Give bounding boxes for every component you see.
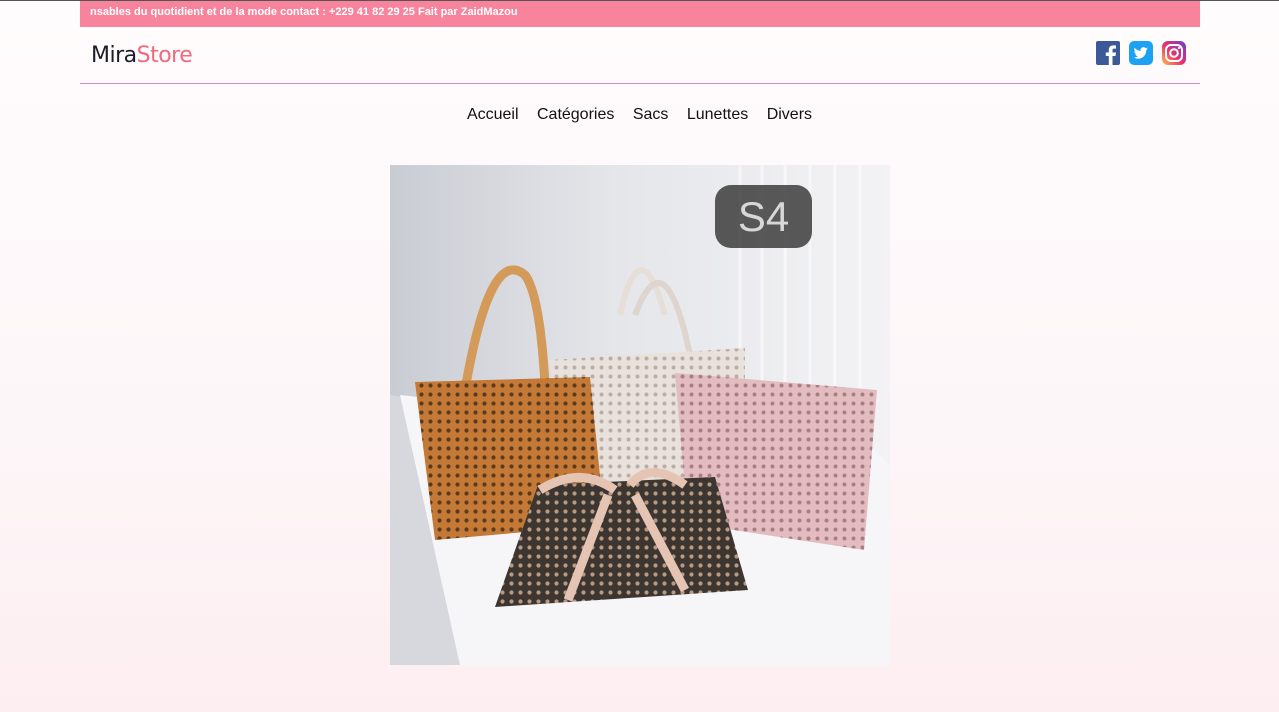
logo-part-mira: Mira: [91, 43, 137, 68]
site-header: MiraStore: [80, 27, 1200, 84]
nav-divers[interactable]: Divers: [767, 106, 812, 123]
social-links: [1096, 41, 1186, 65]
nav-sacs[interactable]: Sacs: [633, 106, 669, 123]
nav-accueil[interactable]: Accueil: [467, 106, 519, 123]
product-badge: S4: [738, 193, 789, 240]
instagram-icon[interactable]: [1162, 41, 1186, 65]
main-nav: Accueil Catégories Sacs Lunettes Divers: [0, 106, 1279, 124]
site-logo[interactable]: MiraStore: [91, 43, 193, 68]
tote-bags-photo: S4: [390, 165, 890, 665]
announcement-ticker: nsables du quotidient et de la mode cont…: [80, 1, 1200, 27]
nav-lunettes[interactable]: Lunettes: [687, 106, 748, 123]
nav-categories[interactable]: Catégories: [537, 106, 614, 123]
twitter-icon[interactable]: [1129, 41, 1153, 65]
ticker-text: nsables du quotidient et de la mode cont…: [90, 6, 518, 18]
facebook-icon[interactable]: [1096, 41, 1120, 65]
logo-part-store: Store: [136, 43, 193, 68]
hero-product-image[interactable]: S4: [390, 165, 890, 665]
